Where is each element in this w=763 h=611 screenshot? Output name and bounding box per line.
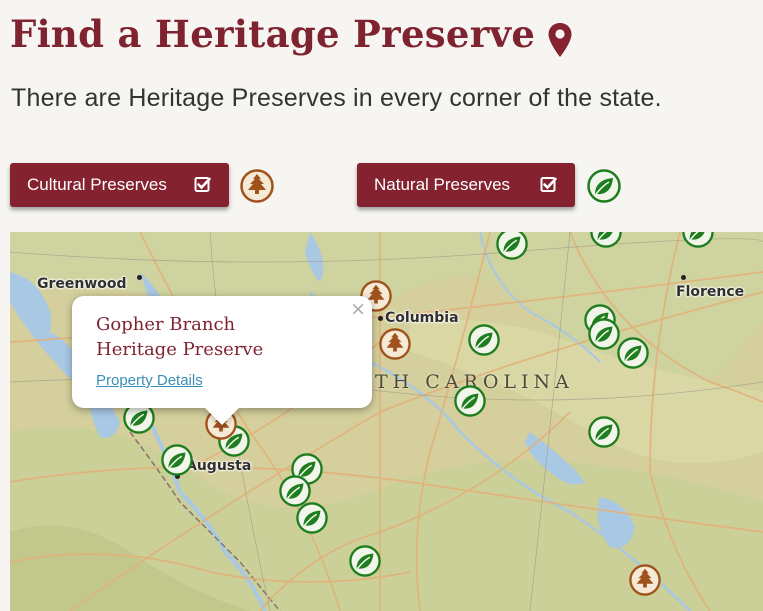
- natural-preserve-marker[interactable]: [468, 324, 500, 356]
- leaf-icon: [587, 169, 621, 203]
- page-subtitle: There are Heritage Preserves in every co…: [11, 84, 662, 112]
- pine-tree-icon: [240, 169, 274, 203]
- cultural-preserves-label: Cultural Preserves: [27, 175, 167, 194]
- map-pin-icon: [548, 23, 572, 57]
- cultural-preserves-filter-button[interactable]: Cultural Preserves: [10, 163, 229, 207]
- preserve-map[interactable]: Greenwood Columbia Florence Augusta TH C…: [10, 232, 763, 611]
- page-title: Find a Heritage Preserve: [10, 12, 536, 56]
- city-label-greenwood: Greenwood: [37, 276, 127, 292]
- city-dot-columbia: [378, 316, 383, 321]
- natural-preserve-marker[interactable]: [588, 318, 620, 350]
- natural-preserve-marker[interactable]: [682, 232, 714, 248]
- natural-preserve-marker[interactable]: [454, 385, 486, 417]
- city-label-columbia: Columbia: [385, 310, 459, 326]
- natural-preserve-marker[interactable]: [617, 337, 649, 369]
- popup-title: Gopher Branch Heritage Preserve: [96, 312, 316, 362]
- city-dot-greenwood: [137, 275, 142, 280]
- cultural-preserve-marker[interactable]: [379, 328, 411, 360]
- natural-preserves-filter-button[interactable]: Natural Preserves: [357, 163, 575, 207]
- property-details-link[interactable]: Property Details: [96, 372, 203, 389]
- city-label-augusta: Augusta: [186, 458, 252, 474]
- natural-preserve-marker[interactable]: [496, 232, 528, 260]
- natural-preserve-marker[interactable]: [296, 502, 328, 534]
- checkbox-checked-icon: [540, 177, 557, 192]
- cultural-preserve-marker[interactable]: [629, 564, 661, 596]
- close-icon[interactable]: ×: [350, 298, 366, 320]
- natural-preserves-label: Natural Preserves: [374, 175, 511, 194]
- city-label-florence: Florence: [676, 284, 745, 300]
- natural-preserve-marker[interactable]: [349, 545, 381, 577]
- preserve-info-popup: Gopher Branch Heritage Preserve Property…: [72, 296, 372, 425]
- natural-preserve-marker[interactable]: [161, 444, 193, 476]
- natural-preserve-marker[interactable]: [588, 416, 620, 448]
- city-dot-florence: [681, 275, 686, 280]
- natural-preserve-marker[interactable]: [590, 232, 622, 248]
- checkbox-checked-icon: [194, 177, 211, 192]
